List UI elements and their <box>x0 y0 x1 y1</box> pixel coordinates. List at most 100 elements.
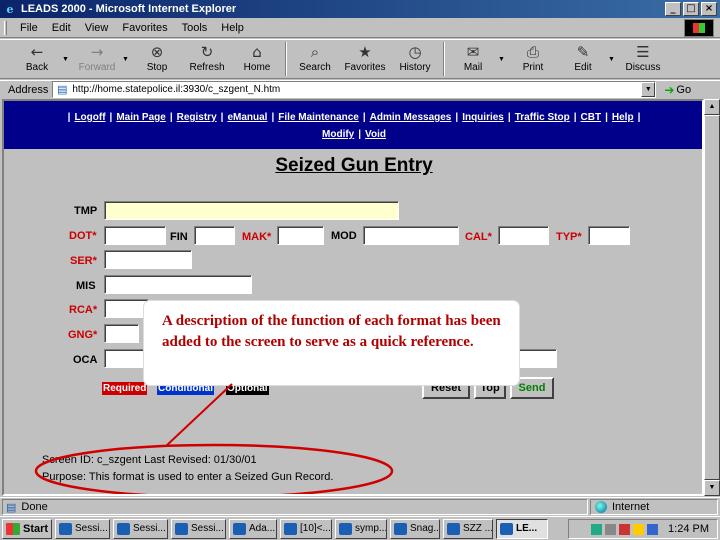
start-label: Start <box>23 522 49 535</box>
toolbar-back-dropdown[interactable]: ▼ <box>62 40 72 63</box>
toolbar-edit-dropdown[interactable]: ▼ <box>608 40 618 63</box>
tray-norton-icon[interactable] <box>633 523 645 535</box>
taskbar-task-button[interactable]: SZZ ... <box>443 518 493 539</box>
status-text: Done <box>21 501 48 513</box>
page-done-icon: ▤ <box>6 501 17 514</box>
start-button[interactable]: Start <box>2 518 52 539</box>
task-label: Sessi... <box>75 523 108 534</box>
task-app-icon <box>284 522 297 535</box>
callout-pointer-line <box>165 383 233 447</box>
toolbar-refresh-button[interactable]: ↻ Refresh <box>182 40 232 78</box>
scroll-down-button[interactable]: ▼ <box>704 480 720 496</box>
taskbar-task-button[interactable]: Ada... <box>229 518 277 539</box>
address-bar: Address ▤ http://home.statepolice.il:393… <box>0 80 720 98</box>
toolbar-forward-dropdown[interactable]: ▼ <box>122 40 132 63</box>
address-url: http://home.statepolice.il:3930/c_szgent… <box>72 84 281 95</box>
window-controls: _ □ × <box>665 2 717 16</box>
toolbar-back-label: Back <box>25 62 49 73</box>
task-app-icon <box>339 522 352 535</box>
taskbar-task-button[interactable]: Sessi... <box>171 518 226 539</box>
toolbar-mail-label: Mail <box>463 62 483 73</box>
taskbar-task-button[interactable]: [10]<... <box>280 518 332 539</box>
task-label: Ada... <box>249 523 276 534</box>
scroll-up-button[interactable]: ▲ <box>704 99 720 115</box>
close-button[interactable]: × <box>701 2 717 16</box>
zone-label: Internet <box>612 501 650 513</box>
address-dropdown-button[interactable]: ▼ <box>641 82 656 97</box>
task-app-icon <box>394 522 407 535</box>
menu-view[interactable]: View <box>78 22 116 34</box>
task-app-icon <box>117 522 130 535</box>
tray-network-icon[interactable] <box>591 523 603 535</box>
callout-highlight-ellipse <box>34 443 394 494</box>
task-app-icon <box>59 522 72 535</box>
tray-icons <box>591 523 659 535</box>
menu-tools[interactable]: Tools <box>175 22 215 34</box>
status-bar: ▤ Done Internet <box>0 497 720 516</box>
menu-bar: File Edit View Favorites Tools Help <box>0 18 720 38</box>
tray-volume-icon[interactable] <box>605 523 617 535</box>
status-text-panel: ▤ Done <box>2 499 588 515</box>
task-label: LE... <box>516 523 538 534</box>
go-label: Go <box>676 83 692 96</box>
scroll-thumb[interactable] <box>704 115 720 480</box>
toolbar-print-button[interactable]: ⎙ Print <box>508 40 558 78</box>
task-app-icon <box>175 522 188 535</box>
mail-icon: ✉ <box>466 43 480 61</box>
taskbar-task-button[interactable]: symp... <box>335 518 387 539</box>
tray-monitor-icon[interactable] <box>647 523 659 535</box>
internet-globe-icon <box>595 501 607 513</box>
task-label: Sessi... <box>133 523 166 534</box>
toolbar-history-button[interactable]: ◷ History <box>390 40 440 78</box>
security-zone: Internet <box>590 499 718 515</box>
toolbar-favorites-button[interactable]: ★ Favorites <box>340 40 390 78</box>
go-button[interactable]: ➔ Go <box>664 83 691 97</box>
menu-file[interactable]: File <box>13 22 45 34</box>
menu-edit[interactable]: Edit <box>45 22 78 34</box>
taskbar-task-button[interactable]: LE... <box>496 518 548 539</box>
task-label: Sessi... <box>191 523 224 534</box>
address-input[interactable]: ▤ http://home.statepolice.il:3930/c_szge… <box>52 81 657 98</box>
toolbar-forward-button[interactable]: → Forward <box>72 40 122 78</box>
home-icon: ⌂ <box>252 43 262 61</box>
toolbar-back-button[interactable]: ← Back <box>12 40 62 78</box>
vertical-scrollbar[interactable]: ▲ ▼ <box>704 99 720 496</box>
tray-antivirus-icon[interactable] <box>619 523 631 535</box>
task-label: [10]<... <box>300 523 331 534</box>
taskbar-task-button[interactable]: Snag... <box>390 518 440 539</box>
go-arrow-icon: ➔ <box>664 82 675 97</box>
page-content: | Logoff | Main Page | Registry | eManual | File … <box>2 99 704 496</box>
minimize-button[interactable]: _ <box>665 2 681 16</box>
toolbar-history-label: History <box>399 62 431 73</box>
search-icon: ⌕ <box>310 43 320 61</box>
toolbar-stop-button[interactable]: ⊗ Stop <box>132 40 182 78</box>
toolbar-edit-button[interactable]: ✎ Edit <box>558 40 608 78</box>
taskbar-task-button[interactable]: Sessi... <box>55 518 110 539</box>
callout-annotation <box>34 383 394 494</box>
toolbar-home-label: Home <box>243 62 271 73</box>
menu-help[interactable]: Help <box>214 22 251 34</box>
toolbar-search-button[interactable]: ⌕ Search <box>290 40 340 78</box>
toolbar-mail-dropdown[interactable]: ▼ <box>498 40 508 63</box>
taskbar-task-button[interactable]: Sessi... <box>113 518 168 539</box>
toolbar-search-label: Search <box>299 62 331 73</box>
page-icon: ▤ <box>57 84 68 96</box>
windows-logo-icon <box>684 19 714 37</box>
menu-favorites[interactable]: Favorites <box>115 22 174 34</box>
toolbar-mail-button[interactable]: ✉ Mail <box>448 40 498 78</box>
edit-icon: ✎ <box>576 43 590 61</box>
toolbar-edit-label: Edit <box>574 62 592 73</box>
window-title: LEADS 2000 - Microsoft Internet Explorer <box>21 3 237 15</box>
favorites-icon: ★ <box>358 43 372 61</box>
maximize-button[interactable]: □ <box>683 2 699 16</box>
task-label: SZZ ... <box>463 523 493 534</box>
toolbar-separator <box>443 42 445 76</box>
toolbar-discuss-button[interactable]: ☰ Discuss <box>618 40 668 78</box>
address-label: Address <box>8 83 49 96</box>
discuss-icon: ☰ <box>636 43 650 61</box>
taskbar: Start Sessi... Sessi... Sessi... Ada... [10]… <box>0 516 720 540</box>
task-label: symp... <box>355 523 387 534</box>
toolbar-home-button[interactable]: ⌂ Home <box>232 40 282 78</box>
refresh-icon: ↻ <box>200 43 214 61</box>
stop-icon: ⊗ <box>150 43 164 61</box>
